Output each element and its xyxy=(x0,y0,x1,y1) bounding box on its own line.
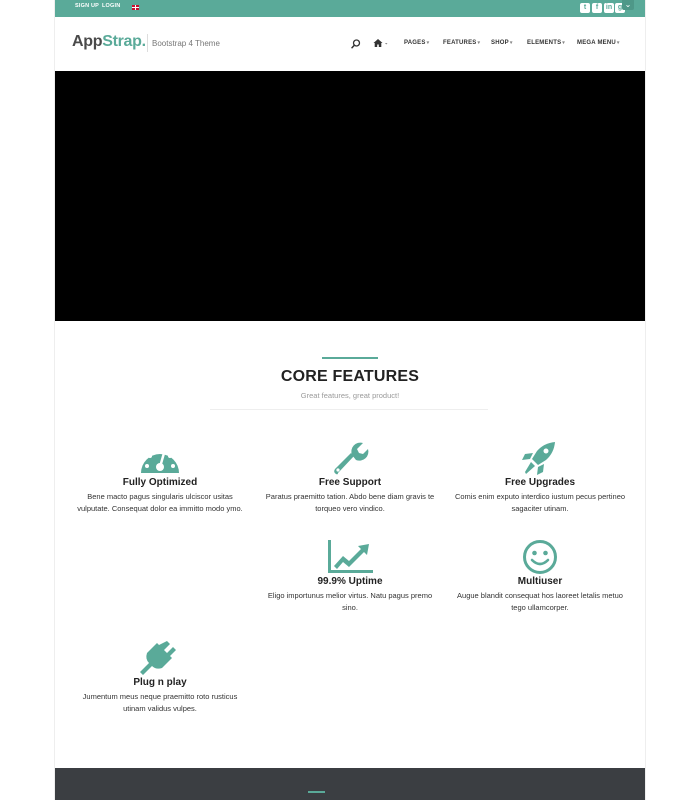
feature-description: Jumentum meus neque praemitto roto rusti… xyxy=(82,692,238,713)
feature-fully-optimized: Fully Optimized Bene macto pagus singula… xyxy=(71,441,249,514)
home-icon[interactable] xyxy=(373,38,389,48)
feature-title: Multiuser xyxy=(517,576,563,587)
caret-down-icon: ▾ xyxy=(616,40,620,46)
feature-description: Paratus praemitto tation. Abdo bene diam… xyxy=(265,492,435,513)
tagline: Bootstrap 4 Theme xyxy=(152,39,220,48)
linkedin-icon[interactable]: in xyxy=(604,3,614,13)
smile-icon xyxy=(523,540,557,574)
feature-title: Free Support xyxy=(318,477,382,488)
logo[interactable]: AppStrap. xyxy=(72,33,146,51)
feature-free-support: Free Support Paratus praemitto tation. A… xyxy=(261,441,439,514)
nav-elements-label: ELEMENTS xyxy=(527,40,562,46)
logo-text-app: App xyxy=(72,33,103,50)
footer-accent-line xyxy=(308,791,325,793)
twitter-icon[interactable]: t xyxy=(580,3,590,13)
language-flag-icon[interactable] xyxy=(132,5,139,10)
feature-description: Bene macto pagus singularis ulciscor usi… xyxy=(77,492,243,513)
site-header: AppStrap. Bootstrap 4 Theme PAGES▾ FEATU… xyxy=(55,17,645,72)
logo-divider xyxy=(147,34,148,52)
nav-elements[interactable]: ELEMENTS▾ xyxy=(527,40,565,46)
feature-plug-n-play: Plug n play Jumentum meus neque praemitt… xyxy=(71,639,249,714)
caret-down-icon: ▾ xyxy=(509,40,513,46)
caret-down-icon: ▾ xyxy=(562,40,565,46)
feature-multiuser: Multiuser Augue blandit consequat hos la… xyxy=(451,540,629,613)
dashboard-icon xyxy=(141,448,179,473)
caret-down-icon: ▾ xyxy=(477,40,481,46)
signup-link[interactable]: SIGN UP xyxy=(75,3,99,9)
top-bar: SIGN UP LOGIN t f in g ⌄ xyxy=(55,0,645,17)
nav-pages-label: PAGES xyxy=(404,40,426,46)
feature-free-upgrades: Free Upgrades Comis enim exputo interdic… xyxy=(451,441,629,514)
hero-media[interactable] xyxy=(55,71,645,321)
footer-section xyxy=(55,768,645,800)
page-container: SIGN UP LOGIN t f in g ⌄ AppStrap. Boots… xyxy=(55,0,645,800)
chevron-down-icon[interactable]: ⌄ xyxy=(622,0,634,10)
search-icon[interactable] xyxy=(351,39,361,49)
section-divider xyxy=(210,409,488,410)
caret-down-icon: ▾ xyxy=(426,40,430,46)
rocket-icon xyxy=(522,442,555,475)
feature-title: Free Upgrades xyxy=(504,477,576,488)
wrench-icon xyxy=(334,442,369,475)
login-link[interactable]: LOGIN xyxy=(102,3,120,9)
feature-title: 99.9% Uptime xyxy=(317,576,383,587)
feature-description: Eligo importunus melior virtus. Natu pag… xyxy=(267,591,433,612)
nav-mega-menu[interactable]: MEGA MENU▾ xyxy=(577,40,620,46)
logo-text-strap: Strap. xyxy=(102,33,146,50)
accent-line xyxy=(322,357,378,359)
feature-title: Plug n play xyxy=(133,677,187,688)
nav-features-label: FEATURES xyxy=(443,40,477,46)
nav-mega-menu-label: MEGA MENU xyxy=(577,40,616,46)
plug-icon xyxy=(140,641,176,675)
nav-shop[interactable]: SHOP▾ xyxy=(491,40,513,46)
nav-shop-label: SHOP xyxy=(491,40,509,46)
feature-description: Augue blandit consequat hos laoreet leta… xyxy=(457,591,623,612)
feature-uptime: 99.9% Uptime Eligo importunus melior vir… xyxy=(261,540,439,613)
section-subtitle: Great features, great product! xyxy=(300,391,400,400)
section-title: CORE FEATURES xyxy=(280,368,420,385)
feature-description: Comis enim exputo interdico iustum pecus… xyxy=(454,492,626,513)
nav-features[interactable]: FEATURES▾ xyxy=(443,40,480,46)
nav-pages[interactable]: PAGES▾ xyxy=(404,40,429,46)
line-chart-icon xyxy=(328,540,373,573)
feature-title: Fully Optimized xyxy=(122,477,198,488)
facebook-icon[interactable]: f xyxy=(592,3,602,13)
